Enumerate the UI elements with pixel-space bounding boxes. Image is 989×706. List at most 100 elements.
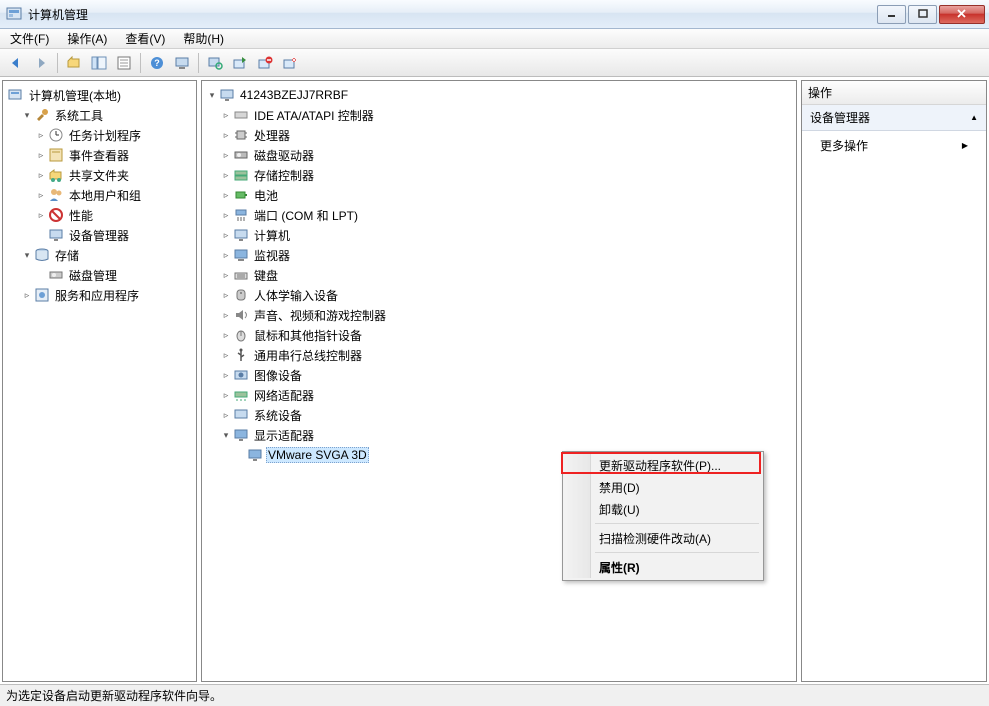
disk-icon	[48, 267, 64, 283]
device-root[interactable]: ▾ 41243BZEJJ7RRBF	[204, 85, 794, 105]
close-button[interactable]	[939, 5, 985, 24]
chevron-right-icon[interactable]: ▹	[35, 209, 47, 221]
chevron-down-icon[interactable]: ▾	[220, 429, 232, 441]
chevron-right-icon[interactable]: ▹	[220, 349, 232, 361]
chevron-right-icon[interactable]: ▹	[35, 169, 47, 181]
device-cpu[interactable]: ▹处理器	[204, 125, 794, 145]
minimize-button[interactable]	[877, 5, 906, 24]
tree-label: 本地用户和组	[67, 186, 143, 205]
device-hid[interactable]: ▹ 人体学输入设备	[204, 285, 794, 305]
device-ports[interactable]: ▹端口 (COM 和 LPT)	[204, 205, 794, 225]
tree-device-manager[interactable]: 设备管理器	[5, 225, 194, 245]
chevron-down-icon[interactable]: ▾	[21, 249, 33, 261]
device-keyboard[interactable]: ▹键盘	[204, 265, 794, 285]
center-device-tree-pane: ▾ 41243BZEJJ7RRBF ▹IDE ATA/ATAPI 控制器 ▹处理…	[201, 80, 797, 682]
device-storage-controller[interactable]: ▹存储控制器	[204, 165, 794, 185]
tree-label-selected: VMware SVGA 3D	[266, 447, 369, 463]
menu-file[interactable]: 文件(F)	[4, 28, 55, 49]
display-icon	[233, 427, 249, 443]
chevron-right-icon[interactable]: ▹	[220, 149, 232, 161]
chevron-right-icon[interactable]: ▹	[220, 209, 232, 221]
device-battery[interactable]: ▹电池	[204, 185, 794, 205]
ctx-scan-hardware[interactable]: 扫描检测硬件改动(A)	[565, 527, 761, 549]
tree-label: 系统工具	[53, 106, 105, 125]
tree-disk-mgmt[interactable]: 磁盘管理	[5, 265, 194, 285]
chevron-right-icon[interactable]: ▹	[220, 369, 232, 381]
device-tree[interactable]: ▾ 41243BZEJJ7RRBF ▹IDE ATA/ATAPI 控制器 ▹处理…	[202, 81, 796, 469]
tree-storage[interactable]: ▾ 存储	[5, 245, 194, 265]
device-network[interactable]: ▹网络适配器	[204, 385, 794, 405]
chevron-right-icon[interactable]: ▹	[220, 309, 232, 321]
show-hide-tree-button[interactable]	[87, 51, 111, 75]
tree-performance[interactable]: ▹ 性能	[5, 205, 194, 225]
chevron-right-icon[interactable]: ▹	[220, 249, 232, 261]
chevron-right-icon[interactable]: ▹	[220, 189, 232, 201]
ctx-disable[interactable]: 禁用(D)	[565, 476, 761, 498]
device-system[interactable]: ▹系统设备	[204, 405, 794, 425]
device-monitor[interactable]: ▹监视器	[204, 245, 794, 265]
maximize-button[interactable]	[908, 5, 937, 24]
device-disk[interactable]: ▹磁盘驱动器	[204, 145, 794, 165]
ctx-label: 扫描检测硬件改动(A)	[599, 530, 711, 547]
scan-button[interactable]	[203, 51, 227, 75]
chevron-right-icon[interactable]: ▹	[220, 389, 232, 401]
chevron-right-icon[interactable]: ▹	[35, 149, 47, 161]
chevron-right-icon[interactable]: ▹	[220, 409, 232, 421]
status-text: 为选定设备启动更新驱动程序软件向导。	[6, 687, 222, 704]
ctx-uninstall[interactable]: 卸载(U)	[565, 498, 761, 520]
chevron-right-icon[interactable]: ▹	[35, 189, 47, 201]
hid-icon	[233, 287, 249, 303]
help-button[interactable]: ?	[145, 51, 169, 75]
computer-icon[interactable]	[170, 51, 194, 75]
chevron-right-icon[interactable]: ▹	[35, 129, 47, 141]
chevron-right-icon[interactable]: ▹	[220, 229, 232, 241]
actions-section[interactable]: 设备管理器 ▲	[802, 105, 986, 131]
chevron-right-icon[interactable]: ▹	[220, 329, 232, 341]
device-ide[interactable]: ▹IDE ATA/ATAPI 控制器	[204, 105, 794, 125]
disable-button[interactable]	[253, 51, 277, 75]
chevron-right-icon[interactable]: ▹	[220, 289, 232, 301]
back-button[interactable]	[4, 51, 28, 75]
left-tree[interactable]: 计算机管理(本地) ▾ 系统工具 ▹ 任务计划程序 ▹ 事件查看器 ▹ 共享文件…	[3, 81, 196, 309]
tree-task-scheduler[interactable]: ▹ 任务计划程序	[5, 125, 194, 145]
device-imaging[interactable]: ▹图像设备	[204, 365, 794, 385]
device-display[interactable]: ▾显示适配器	[204, 425, 794, 445]
properties-button[interactable]	[112, 51, 136, 75]
menu-help[interactable]: 帮助(H)	[177, 28, 230, 49]
tree-label: 人体学输入设备	[252, 286, 340, 305]
computer-icon	[233, 227, 249, 243]
device-sound[interactable]: ▹声音、视频和游戏控制器	[204, 305, 794, 325]
tree-shared-folders[interactable]: ▹ 共享文件夹	[5, 165, 194, 185]
chevron-right-icon[interactable]: ▹	[220, 269, 232, 281]
chevron-right-icon[interactable]: ▹	[220, 109, 232, 121]
tree-root-local[interactable]: 计算机管理(本地)	[5, 85, 194, 105]
tree-label: 性能	[67, 206, 95, 225]
tree-local-users[interactable]: ▹ 本地用户和组	[5, 185, 194, 205]
menu-action[interactable]: 操作(A)	[61, 28, 113, 49]
device-usb[interactable]: ▹通用串行总线控制器	[204, 345, 794, 365]
actions-more[interactable]: 更多操作 ▶	[802, 131, 986, 160]
update-driver-button[interactable]	[228, 51, 252, 75]
collapse-icon: ▲	[970, 113, 978, 122]
chevron-right-icon[interactable]: ▹	[220, 129, 232, 141]
tree-services[interactable]: ▹ 服务和应用程序	[5, 285, 194, 305]
device-computer[interactable]: ▹计算机	[204, 225, 794, 245]
forward-button[interactable]	[29, 51, 53, 75]
tree-label: 鼠标和其他指针设备	[252, 326, 364, 345]
menu-view[interactable]: 查看(V)	[119, 28, 171, 49]
device-mouse[interactable]: ▹ 鼠标和其他指针设备	[204, 325, 794, 345]
chevron-right-icon[interactable]: ▹	[220, 169, 232, 181]
tree-event-viewer[interactable]: ▹ 事件查看器	[5, 145, 194, 165]
ctx-update-driver[interactable]: 更新驱动程序软件(P)...	[565, 454, 761, 476]
menu-bar: 文件(F) 操作(A) 查看(V) 帮助(H)	[0, 29, 989, 49]
ctx-properties[interactable]: 属性(R)	[565, 556, 761, 578]
tree-system-tools[interactable]: ▾ 系统工具	[5, 105, 194, 125]
tree-label: 共享文件夹	[67, 166, 131, 185]
chevron-down-icon[interactable]: ▾	[21, 109, 33, 121]
tree-label: 磁盘管理	[67, 266, 119, 285]
uninstall-button[interactable]	[278, 51, 302, 75]
up-button[interactable]	[62, 51, 86, 75]
chevron-right-icon[interactable]: ▹	[21, 289, 33, 301]
display-adapter-icon	[247, 447, 263, 463]
chevron-down-icon[interactable]: ▾	[206, 89, 218, 101]
